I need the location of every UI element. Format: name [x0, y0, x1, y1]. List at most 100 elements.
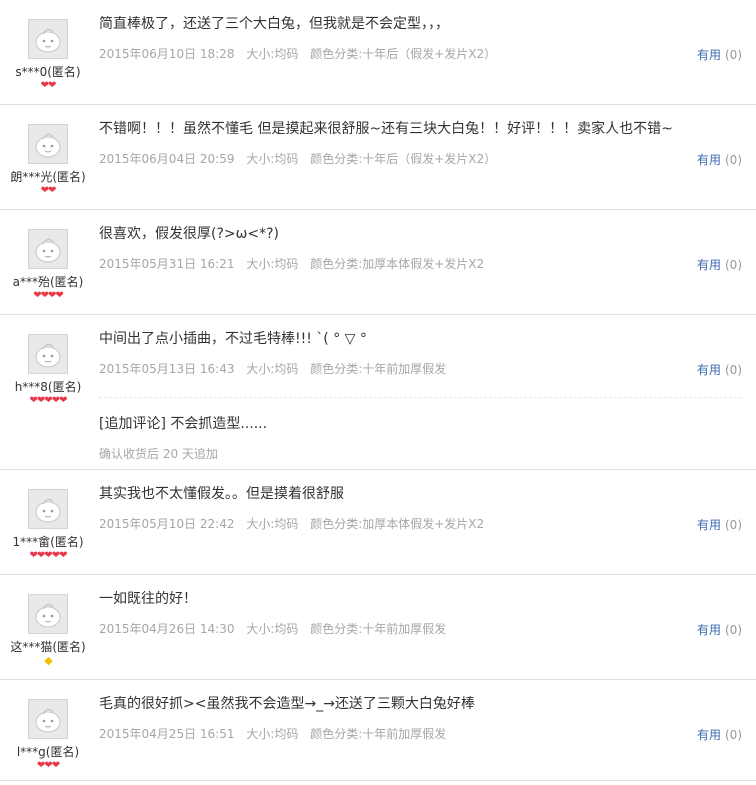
useful-button[interactable]: 有用 (0) [697, 151, 742, 168]
buyer-rank: ❤❤❤❤❤ [0, 395, 96, 407]
diamond-rank-icon: ◆ [44, 654, 53, 667]
useful-label[interactable]: 有用 [697, 728, 721, 742]
buyer-rank: ❤❤ [0, 185, 96, 197]
useful-label[interactable]: 有用 [697, 518, 721, 532]
heart-rank-icon: ❤ [44, 395, 52, 406]
review-date: 2015年05月13日 16:43 [99, 362, 235, 376]
review-color-option: 颜色分类:加厚本体假发+发片X2 [310, 257, 485, 271]
useful-count: (0) [725, 623, 742, 637]
review-meta: 2015年04月25日 16:51 大小:均码 颜色分类:十年前加厚假发 [99, 725, 454, 742]
review-size: 大小:均码 [246, 517, 299, 531]
useful-button[interactable]: 有用 (0) [697, 361, 742, 378]
useful-count: (0) [725, 153, 742, 167]
useful-button[interactable]: 有用 (0) [697, 46, 742, 63]
review-color-option: 颜色分类:加厚本体假发+发片X2 [310, 517, 485, 531]
review-list: s***0(匿名) ❤❤ 简直棒极了，还送了三个大白兔，但我就是不会定型，，， … [0, 0, 756, 785]
buyer-rank: ❤❤❤❤ [0, 290, 96, 302]
reviewer-name: s***0(匿名) [15, 65, 81, 79]
review-size: 大小:均码 [246, 622, 299, 636]
default-avatar-icon[interactable] [28, 699, 68, 739]
useful-label[interactable]: 有用 [697, 623, 721, 637]
buyer-rank: ❤❤❤ [0, 760, 96, 772]
review-meta: 2015年05月10日 22:42 大小:均码 颜色分类:加厚本体假发+发片X2 [99, 515, 492, 532]
default-avatar-icon[interactable] [28, 19, 68, 59]
review-item: a***殆(匿名) ❤❤❤❤ 很喜欢，假发很厚(?>ω<*?) 2015年05月… [0, 210, 756, 315]
useful-button[interactable]: 有用 (0) [697, 621, 742, 638]
review-item: h***8(匿名) ❤❤❤❤❤ 中间出了点小插曲，不过毛特棒!!! ˋ( ° ▽… [0, 315, 756, 470]
buyer-rank: ❤❤❤❤❤ [0, 550, 96, 562]
useful-label[interactable]: 有用 [697, 258, 721, 272]
useful-label[interactable]: 有用 [697, 48, 721, 62]
useful-button[interactable]: 有用 (0) [697, 516, 742, 533]
review-color-option: 颜色分类:十年前加厚假发 [310, 362, 447, 376]
review-item: 1***畲(匿名) ❤❤❤❤❤ 其实我也不太懂假发。。但是摸着很舒服 2015年… [0, 470, 756, 575]
useful-button[interactable]: 有用 (0) [697, 256, 742, 273]
heart-rank-icon: ❤ [29, 395, 38, 406]
default-avatar-icon[interactable] [28, 594, 68, 634]
review-size: 大小:均码 [246, 362, 299, 376]
review-meta: 2015年06月10日 18:28 大小:均码 颜色分类:十年后（假发+发片X2… [99, 45, 504, 62]
review-size: 大小:均码 [246, 257, 299, 271]
review-size: 大小:均码 [246, 152, 299, 166]
review-date: 2015年04月26日 14:30 [99, 622, 235, 636]
useful-label[interactable]: 有用 [697, 153, 721, 167]
useful-label[interactable]: 有用 [697, 363, 721, 377]
review-date: 2015年06月04日 20:59 [99, 152, 235, 166]
reviewer-name: l***g(匿名) [16, 745, 80, 759]
default-avatar-icon[interactable] [28, 229, 68, 269]
reviewer-name: 朗***光(匿名) [10, 170, 86, 184]
useful-count: (0) [725, 363, 742, 377]
heart-rank-icon: ❤ [51, 550, 60, 561]
review-date: 2015年05月31日 16:21 [99, 257, 235, 271]
review-color-option: 颜色分类:十年前加厚假发 [310, 622, 447, 636]
review-item: 这***猫(匿名) ◆ 一如既往的好！ 2015年04月26日 14:30 大小… [0, 575, 756, 680]
default-avatar-icon[interactable] [28, 489, 68, 529]
reviewer-name: 这***猫(匿名) [10, 640, 86, 654]
review-color-option: 颜色分类:十年前加厚假发 [310, 727, 447, 741]
useful-count: (0) [725, 728, 742, 742]
review-content: 一如既往的好！ [99, 591, 197, 607]
review-meta: 2015年05月31日 16:21 大小:均码 颜色分类:加厚本体假发+发片X2 [99, 255, 492, 272]
review-meta: 2015年05月13日 16:43 大小:均码 颜色分类:十年前加厚假发 [99, 360, 454, 377]
heart-rank-icon: ❤ [33, 290, 41, 301]
appended-review-note: 确认收货后 20 天追加 [99, 447, 218, 461]
review-content: 不错啊！！！虽然不懂毛 但是摸起来很舒服~还有三块大白兔！！好评！！！卖家人也不… [99, 121, 673, 137]
review-meta: 2015年04月26日 14:30 大小:均码 颜色分类:十年前加厚假发 [99, 620, 454, 637]
review-size: 大小:均码 [246, 47, 299, 61]
review-item: s***0(匿名) ❤❤ 简直棒极了，还送了三个大白兔，但我就是不会定型，，， … [0, 0, 756, 105]
heart-rank-icon: ❤ [48, 80, 56, 91]
useful-count: (0) [725, 258, 742, 272]
review-size: 大小:均码 [246, 727, 299, 741]
append-divider [99, 397, 742, 398]
heart-rank-icon: ❤ [51, 760, 60, 771]
useful-count: (0) [725, 48, 742, 62]
review-content: 简直棒极了，还送了三个大白兔，但我就是不会定型，，， [99, 16, 449, 32]
review-content: 中间出了点小插曲，不过毛特棒!!! ˋ( ° ▽ ° [99, 331, 367, 347]
review-color-option: 颜色分类:十年后（假发+发片X2） [310, 47, 497, 61]
review-color-option: 颜色分类:十年后（假发+发片X2） [310, 152, 497, 166]
appended-review-content: [追加评论] 不会抓造型...... [99, 416, 268, 432]
heart-rank-icon: ❤ [29, 550, 38, 561]
heart-rank-icon: ❤ [59, 550, 67, 561]
reviewer-name: h***8(匿名) [14, 380, 82, 394]
reviewer-name: 1***畲(匿名) [12, 535, 84, 549]
heart-rank-icon: ❤ [51, 395, 60, 406]
review-meta: 2015年06月04日 20:59 大小:均码 颜色分类:十年后（假发+发片X2… [99, 150, 504, 167]
default-avatar-icon[interactable] [28, 334, 68, 374]
heart-rank-icon: ❤ [55, 290, 63, 301]
review-date: 2015年06月10日 18:28 [99, 47, 235, 61]
review-content: 毛真的很好抓><虽然我不会造型→_→还送了三颗大白兔好棒 [99, 696, 475, 712]
heart-rank-icon: ❤ [40, 290, 49, 301]
heart-rank-icon: ❤ [59, 395, 67, 406]
heart-rank-icon: ❤ [48, 185, 56, 196]
review-item: l***g(匿名) ❤❤❤ 毛真的很好抓><虽然我不会造型→_→还送了三颗大白兔… [0, 680, 756, 781]
review-content: 其实我也不太懂假发。。但是摸着很舒服 [99, 486, 344, 502]
heart-rank-icon: ❤ [40, 185, 49, 196]
buyer-rank: ◆ [0, 655, 96, 668]
review-item: 朗***光(匿名) ❤❤ 不错啊！！！虽然不懂毛 但是摸起来很舒服~还有三块大白… [0, 105, 756, 210]
review-date: 2015年05月10日 22:42 [99, 517, 235, 531]
default-avatar-icon[interactable] [28, 124, 68, 164]
useful-count: (0) [725, 518, 742, 532]
review-content: 很喜欢，假发很厚(?>ω<*?) [99, 226, 279, 242]
useful-button[interactable]: 有用 (0) [697, 726, 742, 743]
